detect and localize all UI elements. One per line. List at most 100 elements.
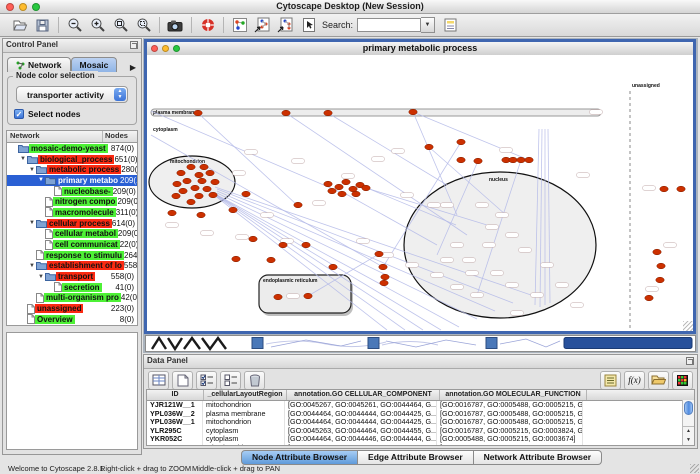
tree-item[interactable]: ▼establishment of lo558(0) (7, 261, 137, 272)
network-node[interactable] (279, 242, 287, 248)
network-node[interactable] (232, 256, 240, 262)
tree-item[interactable]: secretion41(0) (7, 282, 137, 293)
import-network-button[interactable] (251, 15, 274, 36)
column-header[interactable]: annotation.GO CELLULAR_COMPONENT (287, 390, 440, 400)
tab-network[interactable]: Network (7, 57, 71, 72)
tree-item[interactable]: unassigned223(0) (7, 303, 137, 314)
zoom-window-button[interactable] (32, 3, 40, 11)
function-builder-icon[interactable]: f(x) (624, 371, 645, 390)
network-node[interactable] (267, 257, 275, 263)
scrollbar-thumb[interactable] (684, 401, 693, 415)
network-node[interactable] (380, 280, 388, 286)
network-node[interactable] (249, 236, 257, 242)
network-node[interactable] (338, 191, 346, 197)
background-windows-strip[interactable] (145, 335, 696, 352)
tree-header[interactable]: Network Nodes (6, 130, 138, 142)
expand-arrow-icon[interactable]: ▼ (28, 220, 36, 226)
network-graph[interactable]: plasma membranecytoplasmmitochondrionnuc… (147, 55, 693, 331)
expand-arrow-icon[interactable]: ▼ (28, 263, 36, 269)
network-tree[interactable]: mosaic-demo-yeast874(0)▼biological_proce… (6, 142, 138, 326)
network-node[interactable] (187, 164, 195, 170)
select-attributes-icon[interactable] (196, 371, 217, 390)
tab-mosaic[interactable]: Mosaic (71, 57, 118, 72)
tree-item[interactable]: Overview8(0) (7, 314, 137, 325)
network-node[interactable] (656, 277, 664, 283)
unselect-attributes-icon[interactable] (220, 371, 241, 390)
network-node[interactable] (197, 212, 205, 218)
expand-arrow-icon[interactable]: ▼ (19, 156, 27, 162)
new-attribute-icon[interactable] (172, 371, 193, 390)
zoom-out-button[interactable] (63, 15, 86, 36)
close-network-window-button[interactable] (151, 45, 158, 52)
network-node[interactable] (653, 249, 661, 255)
attribute-browser-button[interactable] (439, 15, 462, 36)
network-node[interactable] (457, 157, 465, 163)
network-node[interactable] (677, 186, 685, 192)
table-row[interactable]: YPL036W__2plasma membrane[GO:0044464, GO… (147, 410, 694, 419)
network-node[interactable] (517, 157, 525, 163)
network-node[interactable] (172, 193, 180, 199)
network-node[interactable] (329, 264, 337, 270)
zoom-in-button[interactable] (86, 15, 109, 36)
network-node[interactable] (183, 178, 191, 184)
network-node[interactable] (294, 202, 302, 208)
network-window-resize-grip[interactable] (683, 321, 693, 331)
float-data-panel-icon[interactable] (686, 357, 694, 365)
minimize-network-window-button[interactable] (162, 45, 169, 52)
network-node[interactable] (379, 264, 387, 270)
vizmapper-button[interactable] (228, 15, 251, 36)
tree-item[interactable]: multi-organism pro42(0) (7, 293, 137, 304)
import-attributes-folder-icon[interactable] (648, 371, 669, 390)
save-session-button[interactable] (31, 15, 54, 36)
network-node[interactable] (381, 274, 389, 280)
tree-item[interactable]: cellular metabol209(0) (7, 229, 137, 240)
table-row[interactable]: YPL036W__1mitochondrion[GO:0044464, GO:0… (147, 418, 694, 427)
table-row[interactable]: YLR295Ccytoplasm[GO:0045263, GO:0044464,… (147, 427, 694, 436)
network-node[interactable] (168, 210, 176, 216)
float-panel-icon[interactable] (130, 41, 138, 49)
network-node[interactable] (282, 110, 290, 116)
search-input[interactable] (357, 18, 421, 32)
zoom-fit-button[interactable] (109, 15, 132, 36)
tree-item[interactable]: ▼cellular process614(0) (7, 218, 137, 229)
select-nodes-checkbox[interactable]: ✓ (14, 109, 24, 119)
tree-item[interactable]: ▼primary metabo209(... (7, 175, 137, 186)
network-node[interactable] (211, 179, 219, 185)
tree-item[interactable]: nitrogen compo209(0) (7, 196, 137, 207)
network-node[interactable] (425, 144, 433, 150)
annotation-button[interactable] (297, 15, 320, 36)
network-node[interactable] (525, 157, 533, 163)
help-lifebuoy-button[interactable] (196, 15, 219, 36)
network-node[interactable] (352, 191, 360, 197)
network-node[interactable] (198, 178, 206, 184)
network-node[interactable] (660, 186, 668, 192)
scroll-up-icon[interactable]: ▲ (686, 427, 691, 436)
table-row[interactable]: YDR039C__1mitochondrion[GO:0044464, GO:0… (147, 444, 694, 446)
tree-header-nodes[interactable]: Nodes (103, 131, 137, 142)
network-node[interactable] (177, 170, 185, 176)
column-header[interactable]: annotation.GO MOLECULAR_FUNCTION (440, 390, 587, 400)
tree-item[interactable]: mosaic-demo-yeast874(0) (7, 143, 137, 154)
search-dropdown-button[interactable]: ▼ (421, 17, 435, 33)
network-node[interactable] (194, 110, 202, 116)
tree-item[interactable]: macromolecule311(0) (7, 207, 137, 218)
tree-item[interactable]: nucleobase-209(0) (7, 186, 137, 197)
delete-attribute-trash-icon[interactable] (244, 371, 265, 390)
attribute-table-header[interactable]: ID_cellularLayoutRegionannotation.GO CEL… (147, 390, 694, 401)
tree-item[interactable]: ▼transport558(0) (7, 271, 137, 282)
network-node[interactable] (200, 164, 208, 170)
network-window-titlebar[interactable]: primary metabolic process (147, 42, 693, 56)
attribute-list-icon[interactable] (600, 371, 621, 390)
network-view-window[interactable]: primary metabolic process plasma membran… (144, 39, 696, 334)
table-row[interactable]: YKR052Ccytoplasm[GO:0044464, GO:0044446,… (147, 435, 694, 444)
network-node[interactable] (645, 295, 653, 301)
tree-item[interactable]: response to stimulu264(0) (7, 250, 137, 261)
network-node[interactable] (362, 185, 370, 191)
network-node[interactable] (474, 158, 482, 164)
snapshot-camera-button[interactable] (164, 15, 187, 36)
network-node[interactable] (302, 242, 310, 248)
table-row[interactable]: YJR121W__1mitochondrion[GO:0045267, GO:0… (147, 401, 694, 410)
scrollbar-arrows[interactable]: ▲▼ (683, 426, 694, 445)
close-window-button[interactable] (6, 3, 14, 11)
column-header[interactable]: _cellularLayoutRegion (204, 390, 287, 400)
